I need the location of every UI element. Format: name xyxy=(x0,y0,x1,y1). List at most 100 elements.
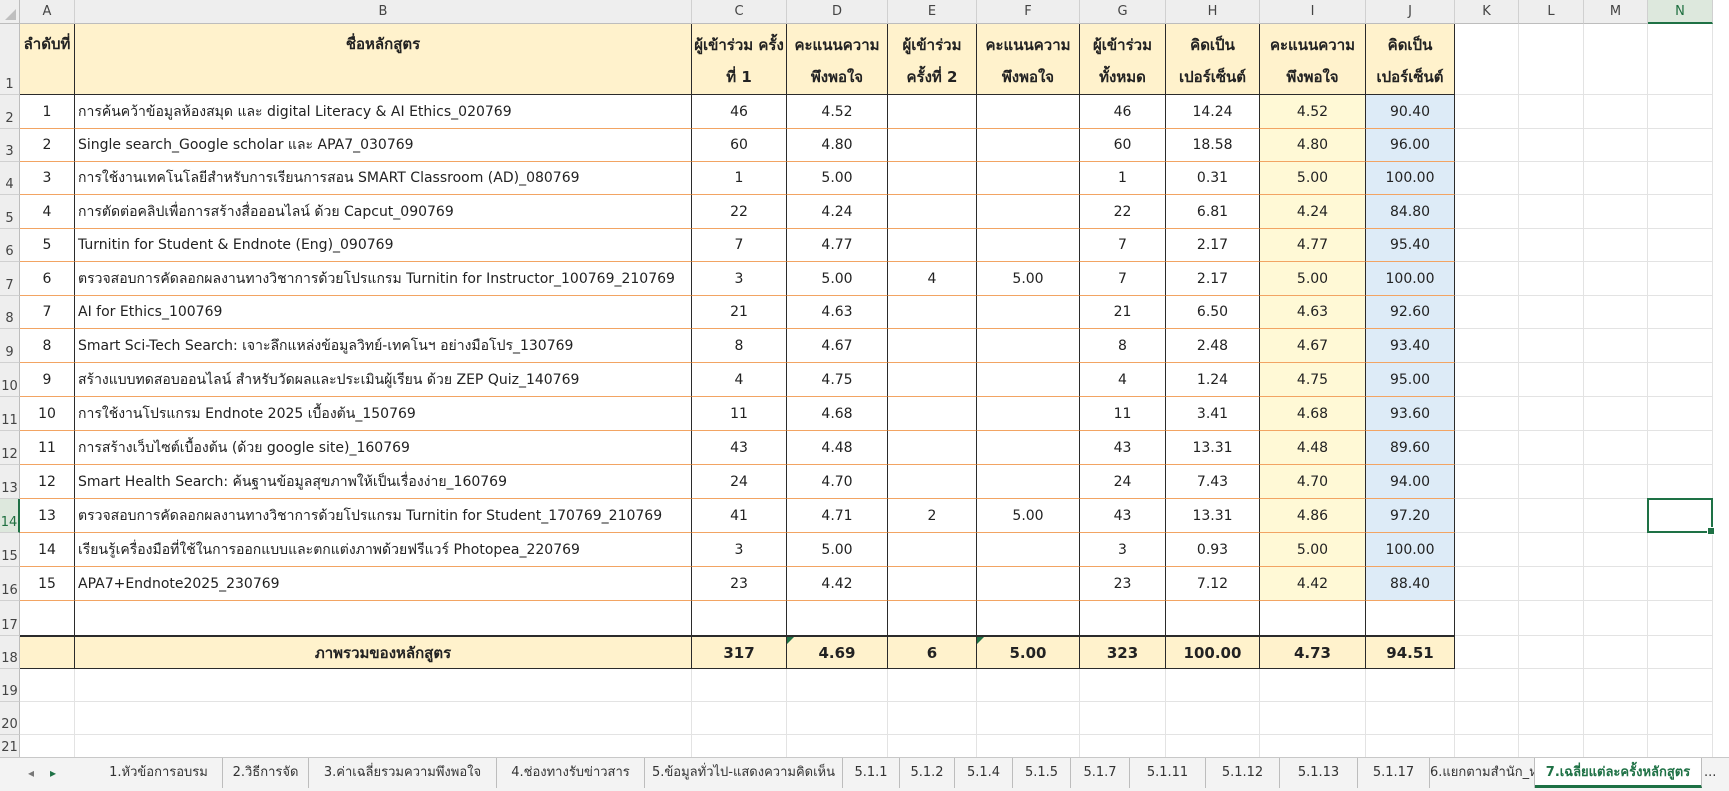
grid-cell[interactable] xyxy=(1455,465,1519,499)
sheet-tab[interactable]: 5.1.11 xyxy=(1130,758,1206,788)
course-name-cell[interactable]: สร้างแบบทดสอบออนไลน์ สำหรับวัดผลและประเม… xyxy=(75,363,692,397)
data-cell-h[interactable]: 2.48 xyxy=(1166,329,1260,363)
grid-cell[interactable] xyxy=(1584,162,1648,195)
data-cell-no[interactable]: 14 xyxy=(20,533,75,567)
header-cell-b[interactable]: ชื่อหลักสูตร xyxy=(75,24,692,95)
row-header-1[interactable]: 1 xyxy=(0,24,20,95)
grid-cell[interactable] xyxy=(1260,669,1366,702)
data-cell-g[interactable]: 4 xyxy=(1080,363,1166,397)
data-cell-c[interactable]: 60 xyxy=(692,129,787,162)
grid-cell[interactable] xyxy=(1455,702,1519,735)
grid-cell[interactable] xyxy=(1455,329,1519,363)
data-cell-f[interactable]: 5.00 xyxy=(977,262,1080,296)
header-cell-j[interactable]: คิดเป็น เปอร์เซ็นต์ xyxy=(1366,24,1455,95)
data-cell-g[interactable]: 43 xyxy=(1080,431,1166,465)
header-cell-a[interactable]: ลำดับที่ xyxy=(20,24,75,95)
column-header-n[interactable]: N xyxy=(1648,0,1713,24)
data-cell-h[interactable]: 7.12 xyxy=(1166,567,1260,601)
grid-cell[interactable] xyxy=(1648,162,1713,195)
grid-cell[interactable] xyxy=(1519,129,1584,162)
data-cell-e[interactable] xyxy=(888,162,977,195)
data-cell-e[interactable] xyxy=(888,363,977,397)
grid-cell[interactable] xyxy=(1455,129,1519,162)
data-cell-no[interactable]: 4 xyxy=(20,195,75,229)
empty-cell[interactable] xyxy=(888,601,977,636)
data-cell-c[interactable]: 21 xyxy=(692,296,787,329)
grid-cell[interactable] xyxy=(787,735,888,757)
row-header-5[interactable]: 5 xyxy=(0,195,20,229)
column-header-c[interactable]: C xyxy=(692,0,787,24)
total-cell-j[interactable]: 94.51 xyxy=(1366,636,1455,669)
total-cell-i[interactable]: 4.73 xyxy=(1260,636,1366,669)
grid-cell[interactable] xyxy=(1455,669,1519,702)
grid-cell[interactable] xyxy=(1519,669,1584,702)
data-cell-j[interactable]: 95.40 xyxy=(1366,229,1455,262)
grid-cell[interactable] xyxy=(692,669,787,702)
data-cell-e[interactable] xyxy=(888,195,977,229)
grid-cell[interactable] xyxy=(888,669,977,702)
grid-cell[interactable] xyxy=(1584,95,1648,129)
data-cell-c[interactable]: 4 xyxy=(692,363,787,397)
data-cell-i[interactable]: 4.52 xyxy=(1260,95,1366,129)
data-cell-g[interactable]: 43 xyxy=(1080,499,1166,533)
grid-cell[interactable] xyxy=(1648,567,1713,601)
header-cell-h[interactable]: คิดเป็น เปอร์เซ็นต์ xyxy=(1166,24,1260,95)
data-cell-e[interactable] xyxy=(888,533,977,567)
active-cell-selection[interactable] xyxy=(1647,498,1715,535)
total-cell-c[interactable]: 317 xyxy=(692,636,787,669)
column-header-b[interactable]: B xyxy=(75,0,692,24)
grid-cell[interactable] xyxy=(1455,95,1519,129)
data-cell-f[interactable] xyxy=(977,296,1080,329)
row-header-15[interactable]: 15 xyxy=(0,533,20,567)
data-cell-g[interactable]: 60 xyxy=(1080,129,1166,162)
column-header-i[interactable]: I xyxy=(1260,0,1366,24)
grid-cell[interactable] xyxy=(692,735,787,757)
data-cell-h[interactable]: 0.31 xyxy=(1166,162,1260,195)
data-cell-i[interactable]: 4.42 xyxy=(1260,567,1366,601)
data-cell-h[interactable]: 18.58 xyxy=(1166,129,1260,162)
course-name-cell[interactable]: การใช้งานโปรแกรม Endnote 2025 เบื้องต้น_… xyxy=(75,397,692,431)
data-cell-i[interactable]: 4.24 xyxy=(1260,195,1366,229)
grid-cell[interactable] xyxy=(1166,669,1260,702)
data-cell-j[interactable]: 89.60 xyxy=(1366,431,1455,465)
total-label-cell[interactable]: ภาพรวมของหลักสูตร xyxy=(75,636,692,669)
grid-cell[interactable] xyxy=(1366,669,1455,702)
row-header-11[interactable]: 11 xyxy=(0,397,20,431)
column-header-e[interactable]: E xyxy=(888,0,977,24)
grid-cell[interactable] xyxy=(1519,465,1584,499)
data-cell-d[interactable]: 4.68 xyxy=(787,397,888,431)
grid-cell[interactable] xyxy=(1519,533,1584,567)
data-cell-g[interactable]: 46 xyxy=(1080,95,1166,129)
grid-cell[interactable] xyxy=(1584,363,1648,397)
grid-cell[interactable] xyxy=(75,669,692,702)
grid-cell[interactable] xyxy=(1080,702,1166,735)
row-header-18[interactable]: 18 xyxy=(0,636,20,669)
data-cell-d[interactable]: 4.52 xyxy=(787,95,888,129)
data-cell-no[interactable]: 13 xyxy=(20,499,75,533)
data-cell-f[interactable] xyxy=(977,129,1080,162)
course-name-cell[interactable]: เรียนรู้เครื่องมือที่ใช้ในการออกแบบและตก… xyxy=(75,533,692,567)
grid-cell[interactable] xyxy=(20,702,75,735)
data-cell-c[interactable]: 3 xyxy=(692,262,787,296)
data-cell-f[interactable] xyxy=(977,229,1080,262)
grid-cell[interactable] xyxy=(1519,162,1584,195)
empty-cell[interactable] xyxy=(1080,601,1166,636)
grid-cell[interactable] xyxy=(1648,296,1713,329)
column-header-d[interactable]: D xyxy=(787,0,888,24)
row-header-4[interactable]: 4 xyxy=(0,162,20,195)
data-cell-g[interactable]: 8 xyxy=(1080,329,1166,363)
data-cell-d[interactable]: 4.77 xyxy=(787,229,888,262)
data-cell-i[interactable]: 4.48 xyxy=(1260,431,1366,465)
course-name-cell[interactable]: การสร้างเว็บไซต์เบื้องต้น (ด้วย google s… xyxy=(75,431,692,465)
grid-cell[interactable] xyxy=(1648,24,1713,95)
course-name-cell[interactable]: Smart Health Search: ค้นฐานข้อมูลสุขภาพใ… xyxy=(75,465,692,499)
data-cell-h[interactable]: 14.24 xyxy=(1166,95,1260,129)
grid-cell[interactable] xyxy=(1455,567,1519,601)
grid-cell[interactable] xyxy=(1519,296,1584,329)
data-cell-j[interactable]: 88.40 xyxy=(1366,567,1455,601)
total-blank-cell[interactable] xyxy=(20,636,75,669)
row-header-12[interactable]: 12 xyxy=(0,431,20,465)
data-cell-no[interactable]: 8 xyxy=(20,329,75,363)
grid-cell[interactable] xyxy=(787,702,888,735)
grid-cell[interactable] xyxy=(1455,229,1519,262)
